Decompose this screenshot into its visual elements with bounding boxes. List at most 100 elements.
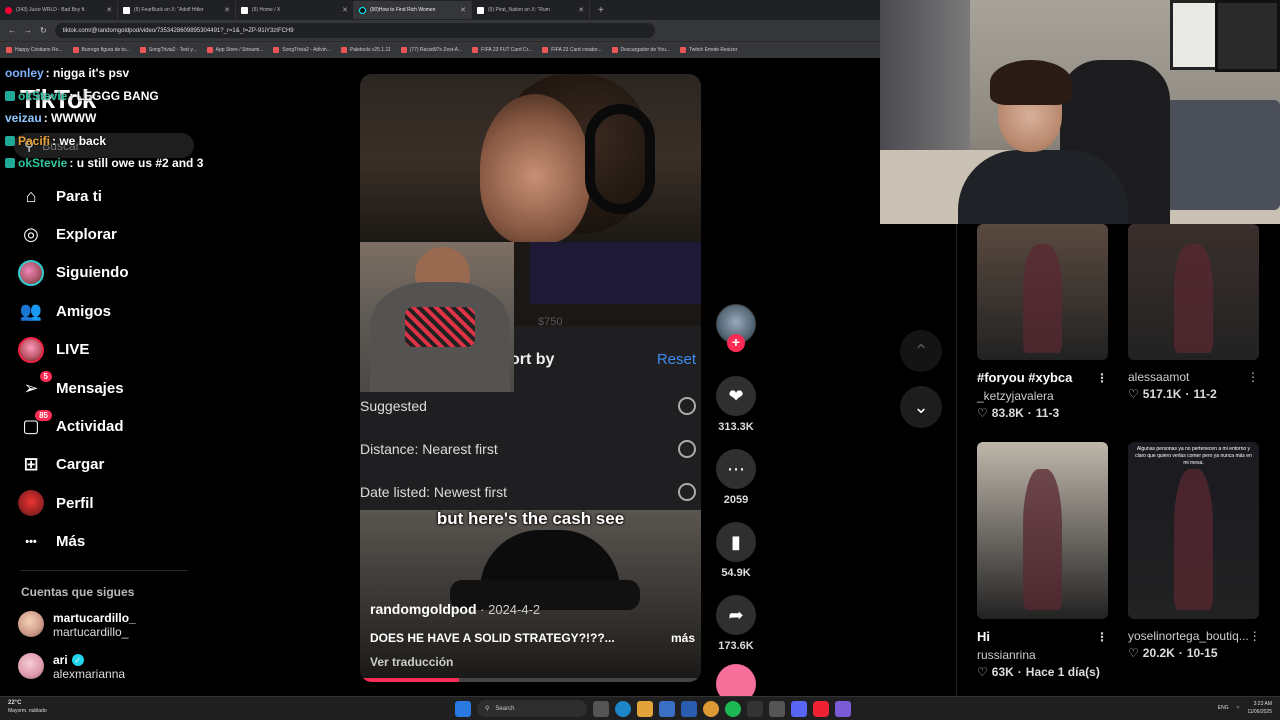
video-card[interactable]: #foryou #xybca ⋮ _ketzyjavalera ♡ 83.8K · 11-3: [977, 224, 1108, 420]
video-card[interactable]: ⋮alessaamot⋮♡517.1K·11-2: [1128, 224, 1259, 401]
bookmark-label: Paletools v25.1.11: [349, 47, 391, 53]
close-tab-icon[interactable]: ✕: [224, 6, 230, 14]
bookmark-item[interactable]: Burrego figura de to...: [72, 47, 130, 53]
bookmark-item[interactable]: FIFA 23 FUT Card Cr...: [472, 47, 532, 53]
more-options-icon[interactable]: ⋮: [1249, 629, 1261, 643]
following-account[interactable]: martucardillo_ martucardillo_: [18, 611, 136, 639]
weather-widget[interactable]: 22°C Mayorm. nublado: [8, 699, 47, 715]
follow-plus-icon[interactable]: +: [727, 334, 745, 352]
chrome-icon[interactable]: [703, 700, 719, 717]
bookmark-label: FIFA 23 FUT Card Cr...: [481, 47, 533, 53]
video-subtitle: but here's the cash see: [436, 509, 625, 528]
card-caption: #foryou #xybca: [977, 370, 1073, 385]
bookmark-item[interactable]: Descargador de You...: [611, 47, 670, 53]
start-icon[interactable]: [455, 700, 471, 717]
video-card[interactable]: Algunas personas ya no pertenecen a mi e…: [1128, 442, 1261, 660]
bookmark-item[interactable]: App Store / Streami...: [206, 47, 263, 53]
forward-icon[interactable]: →: [24, 26, 32, 35]
nav-para-ti[interactable]: ⌂ Para ti: [18, 177, 129, 215]
lang-indicator[interactable]: ENG: [1218, 705, 1229, 711]
reset-link: Reset: [656, 351, 696, 368]
browser-tab[interactable]: (343) Juice WRLD - Bad Boy ft. ✕: [0, 1, 118, 19]
sidebar-nav: ⌂ Para ti ◎ Explorar Siguiendo 👥 Amigos LIVE ➢ 5 M…: [18, 177, 129, 561]
heart-outline-icon: ♡: [1128, 387, 1139, 401]
bookmark-item[interactable]: SongTrivia2 - Adivin...: [273, 47, 331, 53]
more-link[interactable]: más: [671, 631, 695, 645]
save-button[interactable]: ▮: [716, 522, 756, 562]
music-app-icon[interactable]: [813, 700, 829, 717]
browser-tab[interactable]: (5) Home / X ✕: [236, 1, 354, 19]
nav-explorar[interactable]: ◎ Explorar: [18, 215, 129, 253]
inbox-icon: ▢ 85: [18, 409, 52, 440]
discord-icon[interactable]: [791, 700, 807, 717]
nav-perfil[interactable]: Perfil: [18, 484, 129, 522]
more-options-icon[interactable]: ⋮: [1096, 371, 1108, 385]
reload-icon[interactable]: ↻: [40, 26, 47, 35]
more-options-icon[interactable]: ⋮: [1247, 370, 1259, 384]
settings-icon[interactable]: [769, 700, 785, 717]
spotify-icon[interactable]: [725, 700, 741, 717]
url-field[interactable]: tiktok.com/@randomgoldpod/video/73534286…: [54, 23, 655, 38]
chat-message: Pacifi: we back: [5, 130, 203, 153]
card-username: _ketzyjavalera: [977, 389, 1054, 403]
nav-cargar[interactable]: ⊞ Cargar: [18, 446, 129, 484]
task-view-icon[interactable]: [593, 700, 609, 717]
nav-label: Amigos: [56, 302, 112, 320]
mail-icon[interactable]: [681, 700, 697, 717]
clock[interactable]: 3:23 AM 11/06/2025: [1247, 700, 1272, 716]
wifi-icon[interactable]: ≈: [1237, 705, 1240, 711]
like-button[interactable]: ❤: [716, 376, 756, 416]
sort-option-label: Distance: Nearest first: [360, 441, 498, 457]
browser-tab[interactable]: (5) FearBuck on X: "Adolf Hitler ✕: [118, 1, 236, 19]
bookmark-item[interactable]: Twitch Emote Resizer: [680, 47, 737, 53]
close-tab-icon[interactable]: ✕: [106, 6, 112, 14]
separator: ·: [1027, 406, 1032, 420]
teams-icon[interactable]: [835, 700, 851, 717]
bookmark-item[interactable]: Paletools v25.1.11: [340, 47, 391, 53]
back-icon[interactable]: ←: [8, 26, 16, 35]
browser-tab[interactable]: (5) Pirat_Nation on X: "Rum ✕: [472, 1, 590, 19]
nav-actividad[interactable]: ▢ 85 Actividad: [18, 407, 129, 445]
card-time: 11-3: [1035, 406, 1060, 420]
file-explorer-icon[interactable]: [637, 700, 653, 717]
video-player[interactable]: $750 ort by Reset Suggested Distance: Ne…: [360, 74, 701, 682]
store-icon[interactable]: [659, 700, 675, 717]
bookmark-label: (77) Racist97s Zest-A...: [409, 47, 463, 53]
close-tab-icon[interactable]: ✕: [460, 6, 466, 14]
sort-option: Distance: Nearest first: [360, 437, 701, 461]
bookmark-item[interactable]: Happy Cristiano Ro...: [6, 47, 63, 53]
bookmark-item[interactable]: FIFA 23 Card creator...: [542, 47, 602, 53]
taskbar-search[interactable]: ⚲ Search: [477, 700, 587, 717]
close-tab-icon[interactable]: ✕: [578, 6, 584, 14]
account-name: ari: [53, 653, 68, 667]
terminal-icon[interactable]: [747, 700, 763, 717]
comment-button[interactable]: ⋯: [716, 449, 756, 489]
bookmark-item[interactable]: SongTrivia2 - Test y...: [139, 47, 197, 53]
send-icon: ➢ 5: [18, 371, 52, 401]
nav-siguiendo[interactable]: Siguiendo: [18, 254, 129, 292]
nav-mensajes[interactable]: ➢ 5 Mensajes: [18, 369, 129, 407]
chevron-down-icon: ⌄: [913, 396, 929, 417]
bookmark-favicon-icon: [611, 47, 618, 53]
more-options-icon[interactable]: ⋮: [1096, 630, 1108, 644]
new-tab-icon[interactable]: +: [598, 5, 604, 16]
video-author[interactable]: randomgoldpod: [370, 601, 477, 617]
video-progress-bar[interactable]: [360, 678, 701, 682]
next-video-button[interactable]: ⌄: [900, 386, 942, 428]
bookmark-favicon-icon: [472, 47, 479, 53]
edge-icon[interactable]: [615, 700, 631, 717]
nav-amigos[interactable]: 👥 Amigos: [18, 292, 129, 330]
account-name: martucardillo_: [53, 611, 136, 625]
previous-video-button[interactable]: ⌃: [900, 330, 942, 372]
video-card[interactable]: Hi ⋮ russianrina ♡ 63K · Hace 1 día(s): [977, 442, 1108, 679]
live-avatar-icon: [18, 336, 44, 363]
share-button[interactable]: ➦: [716, 595, 756, 635]
nav-mas[interactable]: ••• Más: [18, 523, 129, 561]
following-account[interactable]: ari ✓ alexmarianna: [18, 653, 125, 681]
close-tab-icon[interactable]: ✕: [342, 6, 348, 14]
bookmark-item[interactable]: (77) Racist97s Zest-A...: [400, 47, 463, 53]
translate-link[interactable]: Ver traducción: [370, 655, 695, 669]
nav-label: Perfil: [56, 494, 94, 512]
nav-live[interactable]: LIVE: [18, 331, 129, 369]
browser-tab[interactable]: (90)How to Find Rich Women ✕: [354, 1, 472, 19]
